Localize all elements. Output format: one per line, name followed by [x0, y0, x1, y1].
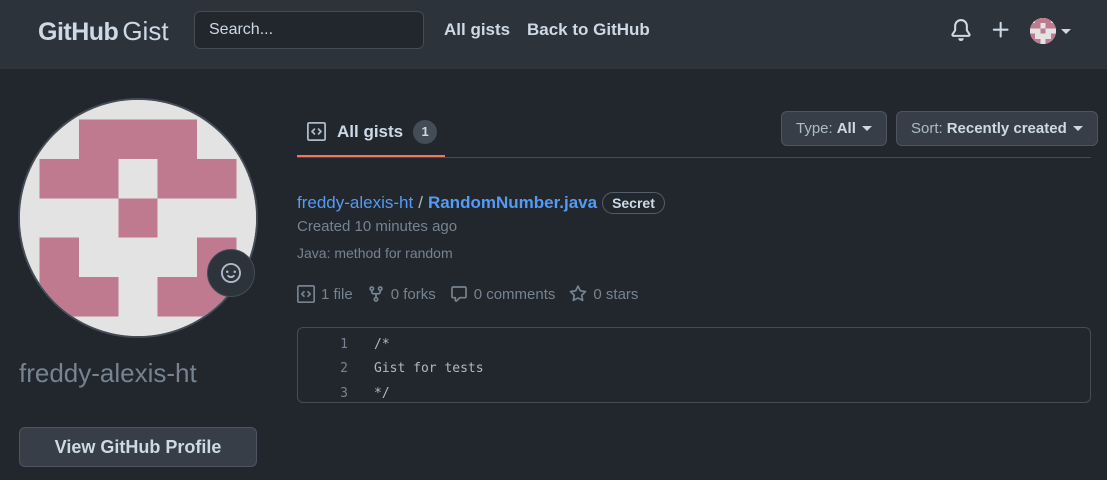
files-link[interactable]: 1 file: [297, 285, 353, 303]
gist-file-link[interactable]: RandomNumber.java: [428, 193, 597, 213]
line-number: 3: [340, 385, 348, 401]
line-number: 2: [340, 361, 348, 377]
type-filter-value: All: [836, 120, 856, 137]
profile-avatar: [18, 98, 258, 338]
smiley-icon: [221, 263, 241, 283]
forks-link[interactable]: 0 forks: [367, 285, 436, 303]
set-status-button[interactable]: [207, 249, 255, 297]
site-header: GitHub Gist All gists Back to GitHub: [0, 0, 1107, 69]
code-line: 1 /*: [298, 332, 1090, 357]
gist-owner-link[interactable]: freddy-alexis-ht: [297, 193, 413, 213]
logo-subtext: Gist: [122, 16, 169, 46]
title-separator: /: [418, 193, 423, 212]
line-content: Gist for tests: [374, 361, 484, 377]
view-github-profile-button[interactable]: View GitHub Profile: [19, 427, 257, 467]
stars-link[interactable]: 0 stars: [569, 285, 638, 303]
avatar[interactable]: [1030, 18, 1056, 44]
search-input[interactable]: [194, 11, 424, 49]
caret-down-icon: [1072, 126, 1083, 131]
caret-down-icon: [861, 126, 872, 131]
tab-label: All gists: [337, 121, 404, 141]
tab-all-gists[interactable]: All gists 1: [297, 108, 445, 158]
fork-icon: [368, 286, 383, 302]
stars-count: 0 stars: [593, 285, 639, 303]
gist-description: Java: method for random: [297, 245, 453, 261]
gist-count-badge: 1: [413, 119, 438, 144]
star-icon: [570, 285, 587, 302]
forks-count: 0 forks: [390, 285, 436, 303]
line-number: 1: [340, 336, 348, 352]
code-line: 2 Gist for tests: [298, 357, 1090, 382]
visibility-badge: Secret: [602, 192, 665, 214]
code-line: 3 */: [298, 381, 1090, 406]
gist-created-time: Created 10 minutes ago: [297, 218, 458, 235]
type-filter-dropdown[interactable]: Type: All: [781, 111, 887, 146]
bell-icon[interactable]: [950, 19, 972, 41]
type-filter-label: Type:: [796, 120, 833, 137]
nav-back-to-github[interactable]: Back to GitHub: [527, 20, 650, 40]
nav-all-gists[interactable]: All gists: [444, 20, 510, 40]
code-preview[interactable]: 1 /* 2 Gist for tests 3 */: [297, 327, 1091, 403]
plus-icon[interactable]: [990, 19, 1012, 41]
comment-icon: [450, 286, 467, 302]
github-gist-logo[interactable]: GitHub Gist: [38, 16, 169, 46]
comments-link[interactable]: 0 comments: [450, 285, 556, 303]
line-content: */: [374, 385, 390, 401]
comments-count: 0 comments: [473, 285, 556, 303]
profile-username: freddy-alexis-ht: [19, 358, 197, 388]
caret-down-icon[interactable]: [1061, 29, 1071, 34]
line-content: /*: [374, 336, 390, 352]
gist-meta: 1 file 0 forks 0 comments 0 stars: [297, 285, 652, 303]
code-square-icon: [307, 122, 326, 141]
code-square-icon: [297, 285, 315, 303]
files-count: 1 file: [321, 285, 353, 303]
gist-title: freddy-alexis-ht / RandomNumber.java Sec…: [297, 192, 665, 214]
sort-dropdown[interactable]: Sort: Recently created: [896, 111, 1098, 146]
logo-text: GitHub: [38, 18, 119, 46]
sort-value: Recently created: [946, 120, 1067, 137]
tab-divider: [297, 157, 1091, 158]
sort-label: Sort:: [911, 120, 943, 137]
